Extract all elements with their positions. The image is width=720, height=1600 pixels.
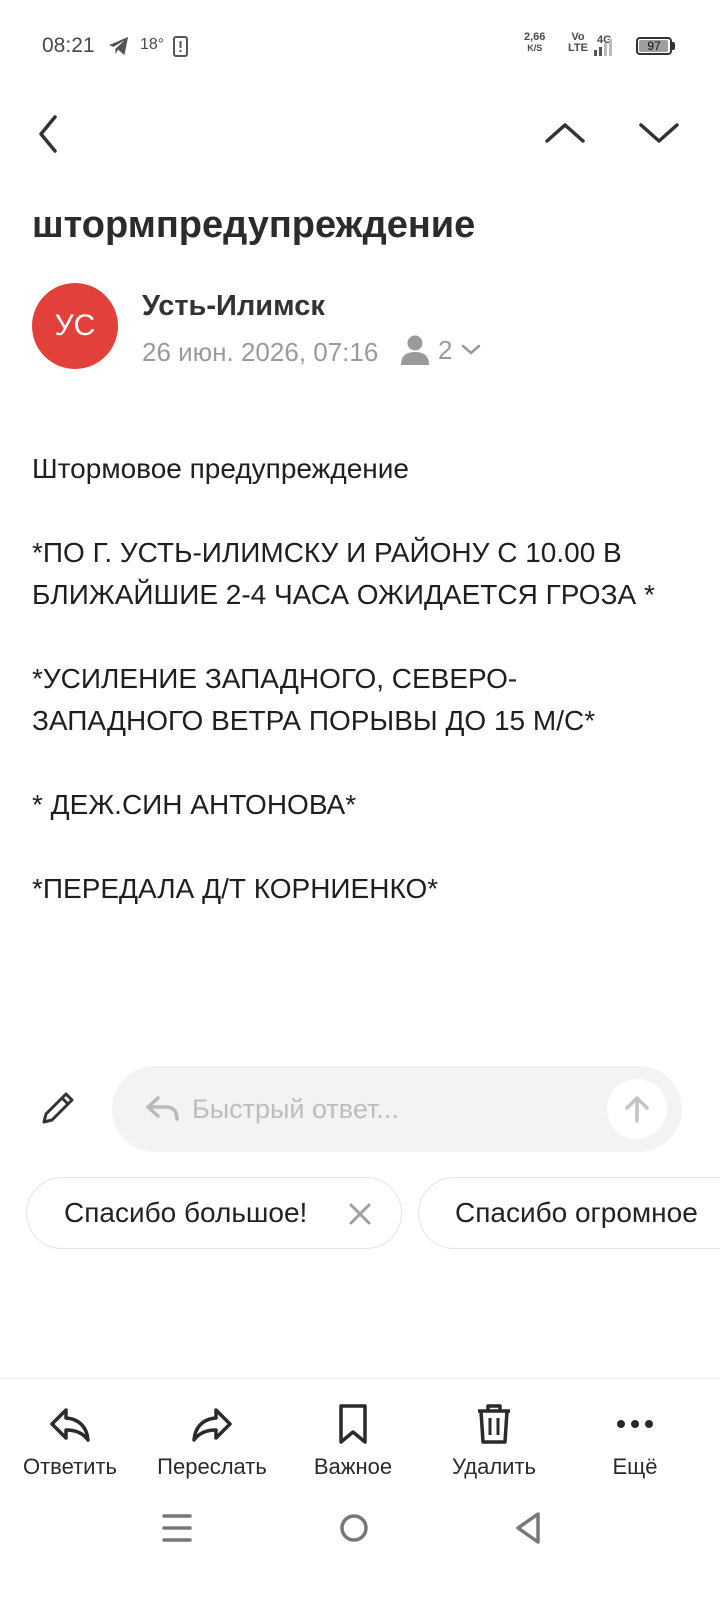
status-temperature: 18° <box>140 36 165 53</box>
previous-message-button[interactable] <box>540 110 590 156</box>
home-nav-icon[interactable] <box>336 1510 372 1546</box>
toolbar-divider <box>0 1378 720 1379</box>
expand-chevron-icon <box>462 344 481 355</box>
status-time: 08:21 <box>42 34 95 57</box>
sender-name[interactable]: Усть-Илимск <box>142 290 325 323</box>
pencil-icon <box>42 1092 74 1124</box>
suggestion-text: Спасибо большое! <box>64 1197 308 1228</box>
body-paragraph: *УСИЛЕНИЕ ЗАПАДНОГО, СЕВЕРО-ЗАПАДНОГО ВЕ… <box>32 663 596 736</box>
forward-label: Переслать <box>157 1454 267 1479</box>
send-button[interactable] <box>607 1079 667 1139</box>
delete-button[interactable]: Удалить <box>424 1400 564 1480</box>
person-icon <box>401 335 429 365</box>
battery-icon: 97 <box>636 37 672 55</box>
back-button[interactable] <box>24 108 72 160</box>
sender-avatar[interactable]: УС <box>32 283 118 369</box>
message-date: 26 июн. 2026, 07:16 <box>142 337 379 367</box>
more-button[interactable]: Ещё <box>565 1400 705 1480</box>
more-dots-icon <box>617 1420 653 1428</box>
recipients-count: 2 <box>438 334 453 365</box>
body-paragraph: Штормовое предупреждение <box>32 453 409 484</box>
chevron-up-icon <box>545 123 585 143</box>
message-subject: штормпредупреждение <box>32 204 476 246</box>
message-body: Штормовое предупреждение *ПО Г. УСТЬ-ИЛИ… <box>32 448 682 952</box>
body-paragraph: *ПЕРЕДАЛА Д/Т КОРНИЕНКО* <box>32 873 439 904</box>
close-icon[interactable] <box>346 1200 374 1228</box>
forward-icon <box>192 1408 232 1442</box>
body-paragraph: * ДЕЖ.СИН АНТОНОВА* <box>32 789 357 820</box>
reply-icon <box>50 1408 90 1442</box>
delete-label: Удалить <box>452 1454 536 1479</box>
telegram-icon <box>109 36 129 56</box>
suggestion-text: Спасибо огромное <box>455 1197 698 1228</box>
reply-label: Ответить <box>22 1454 118 1479</box>
volte-indicator: Vo LTE <box>568 31 588 54</box>
suggestion-chip[interactable]: Спасибо огромное <box>418 1177 720 1249</box>
chevron-down-icon <box>639 123 679 143</box>
signal-icon <box>594 39 612 56</box>
important-button[interactable]: Важное <box>283 1400 423 1480</box>
quick-reply-input[interactable] <box>192 1066 592 1152</box>
recipients-toggle[interactable]: 2 <box>400 334 482 366</box>
more-label: Ещё <box>612 1454 658 1479</box>
reply-arrow-icon <box>146 1096 179 1121</box>
trash-icon <box>478 1404 510 1444</box>
chevron-left-icon <box>39 115 57 153</box>
reply-button[interactable]: Ответить <box>0 1400 140 1480</box>
forward-button[interactable]: Переслать <box>142 1400 282 1480</box>
next-message-button[interactable] <box>634 110 684 156</box>
battery-tip <box>672 42 675 50</box>
notification-alert-icon <box>173 36 188 57</box>
body-paragraph: *ПО Г. УСТЬ-ИЛИМСКУ И РАЙОНУ С 10.00 В Б… <box>32 537 655 610</box>
important-label: Важное <box>313 1454 393 1479</box>
menu-nav-icon[interactable] <box>160 1510 194 1546</box>
compose-button[interactable] <box>36 1086 80 1130</box>
bookmark-icon <box>339 1404 367 1444</box>
back-nav-icon[interactable] <box>512 1510 544 1546</box>
arrow-up-icon <box>625 1096 649 1123</box>
network-speed: 2,66 K/S <box>524 31 546 54</box>
